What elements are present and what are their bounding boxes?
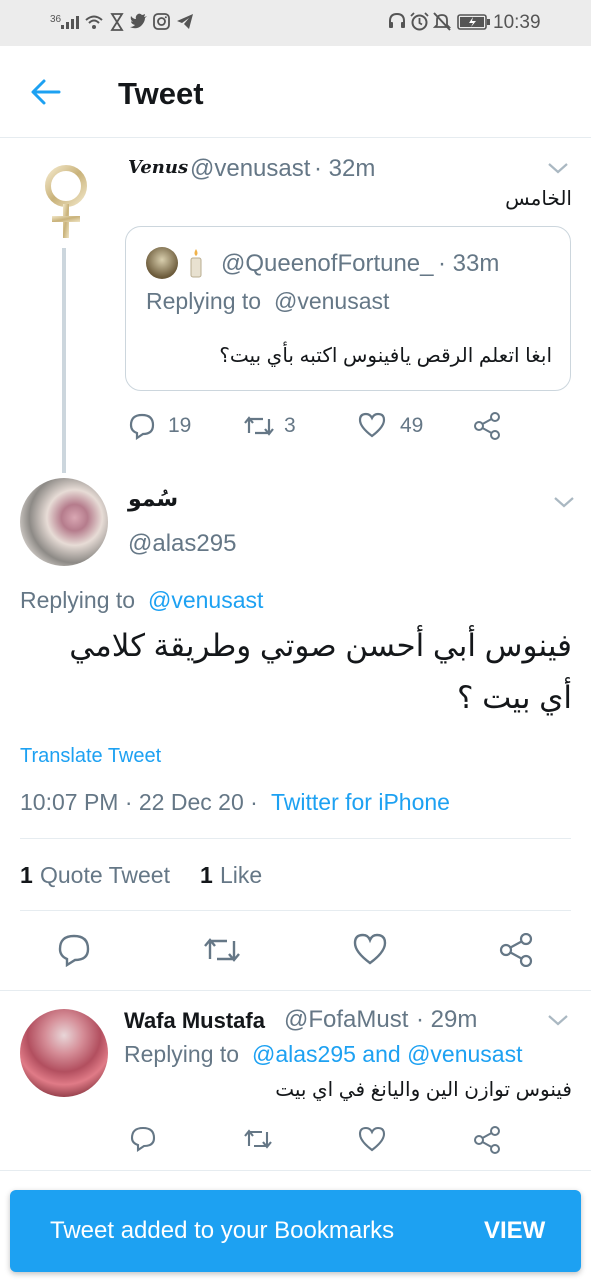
status-bar: 36 10:39 bbox=[0, 0, 591, 46]
reply-text: فينوس توازن الين واليانغ في اي بيت bbox=[275, 1079, 572, 1101]
heart-icon[interactable] bbox=[358, 412, 386, 438]
signal-icon bbox=[60, 14, 80, 30]
share-icon[interactable] bbox=[473, 412, 501, 440]
chevron-down-icon[interactable] bbox=[546, 160, 570, 176]
quoted-replying-prefix: Replying to bbox=[146, 288, 262, 314]
like-count: 1 bbox=[200, 862, 213, 888]
quoted-time: · 33m bbox=[438, 250, 500, 277]
quoted-replying-to: @venusast bbox=[274, 288, 390, 314]
parent-retweet-count: 3 bbox=[284, 414, 296, 437]
parent-reply-count: 19 bbox=[168, 414, 192, 437]
divider bbox=[0, 990, 591, 991]
like-label[interactable]: Like bbox=[220, 862, 262, 889]
reply-handle[interactable]: @FofaMust bbox=[284, 1006, 408, 1034]
chevron-down-icon[interactable] bbox=[552, 494, 576, 510]
wifi-icon bbox=[84, 13, 104, 31]
back-arrow-icon[interactable] bbox=[30, 78, 62, 106]
thread-line bbox=[62, 248, 66, 473]
reply-icon[interactable] bbox=[57, 933, 91, 967]
telegram-icon bbox=[176, 13, 194, 30]
toast-view-button[interactable]: VIEW bbox=[484, 1217, 545, 1245]
quote-count: 1 bbox=[20, 862, 33, 888]
retweet-icon[interactable] bbox=[202, 933, 242, 967]
reply-replying-to-link[interactable]: @alas295 and @venusast bbox=[252, 1041, 522, 1068]
reply-icon[interactable] bbox=[130, 1126, 156, 1152]
quoted-tweet-card[interactable]: @QueenofFortune_ · 33m Replying to @venu… bbox=[125, 226, 571, 391]
venus-avatar[interactable] bbox=[36, 160, 96, 242]
quoted-text: ابغا اتعلم الرقص يافينوس اكتبه بأي بيت؟ bbox=[219, 345, 552, 367]
alarm-icon bbox=[410, 12, 429, 31]
main-text-line-2: أي بيت ؟ bbox=[457, 680, 572, 715]
reply-icon[interactable] bbox=[128, 412, 156, 440]
tweet-source-link[interactable]: Twitter for iPhone bbox=[271, 789, 450, 816]
status-time: 10:39 bbox=[493, 12, 541, 33]
quoted-handle: @QueenofFortune_ bbox=[221, 250, 434, 277]
reply-display-name: Wafa Mustafa bbox=[124, 1008, 265, 1033]
parent-text: الخامس bbox=[505, 188, 572, 210]
divider bbox=[0, 1170, 591, 1171]
instagram-icon bbox=[153, 13, 170, 30]
quote-label[interactable]: Quote Tweet bbox=[40, 862, 170, 889]
parent-time: · 32m bbox=[314, 155, 376, 182]
main-replying-prefix: Replying to bbox=[20, 587, 136, 613]
divider bbox=[20, 910, 571, 911]
tweet-timestamp: 10:07 PM · 22 Dec 20 · bbox=[20, 789, 258, 815]
reply-replying-prefix: Replying to bbox=[124, 1041, 240, 1067]
top-app-bar: Tweet bbox=[0, 46, 591, 138]
divider bbox=[20, 838, 571, 839]
headphones-icon bbox=[388, 12, 406, 30]
hourglass-icon bbox=[110, 13, 124, 31]
translate-tweet-link[interactable]: Translate Tweet bbox=[20, 745, 161, 768]
share-icon[interactable] bbox=[499, 933, 533, 967]
quoted-avatar bbox=[146, 247, 178, 279]
main-replying-to-link[interactable]: @venusast bbox=[148, 587, 263, 614]
main-text-line-1: فينوس أبي أحسن صوتي وطريقة كلامي bbox=[69, 628, 572, 663]
retweet-icon[interactable] bbox=[242, 412, 276, 440]
retweet-icon[interactable] bbox=[242, 1126, 274, 1152]
bookmark-toast: Tweet added to your Bookmarks VIEW bbox=[10, 1190, 581, 1272]
parent-handle[interactable]: @venusast bbox=[190, 155, 310, 183]
share-icon[interactable] bbox=[473, 1126, 501, 1154]
chevron-down-icon[interactable] bbox=[546, 1012, 570, 1028]
heart-icon[interactable] bbox=[358, 1126, 386, 1152]
venus-symbol-icon bbox=[45, 165, 87, 238]
parent-like-count: 49 bbox=[400, 414, 424, 437]
toast-message: Tweet added to your Bookmarks bbox=[50, 1217, 395, 1244]
main-handle[interactable]: @alas295 bbox=[128, 530, 236, 558]
heart-icon[interactable] bbox=[353, 933, 387, 965]
parent-display-name: Venus bbox=[128, 157, 189, 178]
reply-time: · 29m bbox=[416, 1006, 478, 1033]
mute-bell-icon bbox=[433, 12, 451, 31]
twitter-bird-icon bbox=[130, 13, 148, 29]
main-author-avatar[interactable] bbox=[20, 478, 108, 566]
main-display-name: سُمو bbox=[128, 486, 179, 511]
candle-icon bbox=[184, 247, 208, 279]
page-title: Tweet bbox=[118, 76, 204, 111]
battery-icon bbox=[457, 14, 491, 30]
reply-author-avatar[interactable] bbox=[20, 1009, 108, 1097]
